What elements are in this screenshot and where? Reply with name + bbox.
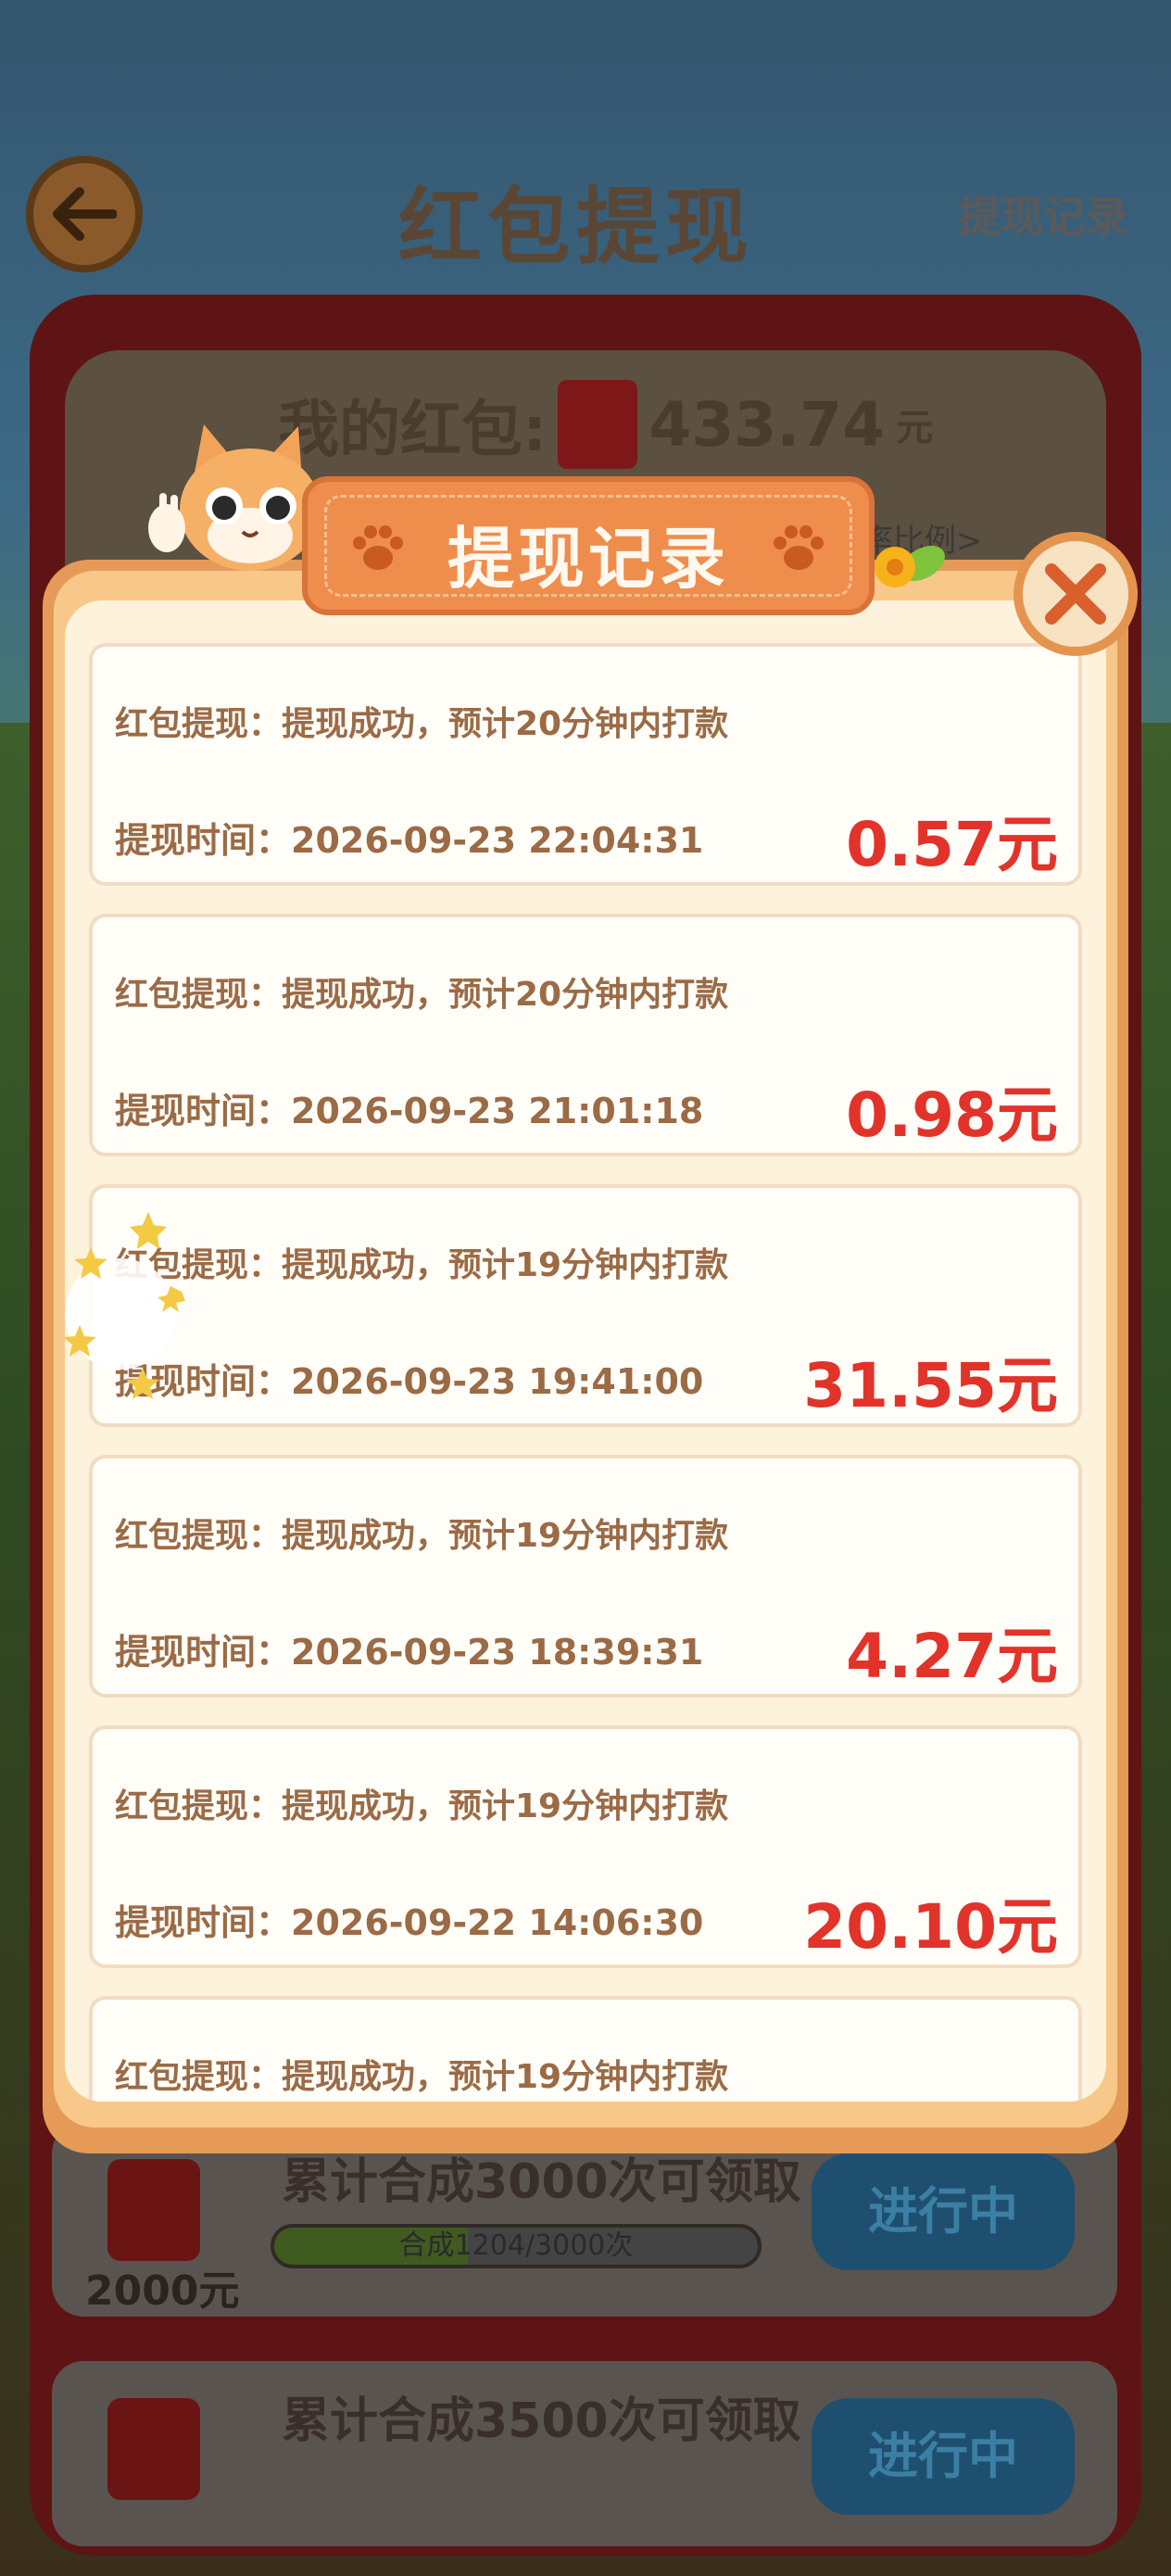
- record-list[interactable]: 红包提现：提现成功，预计20分钟内打款 提现时间：2026-09-23 22:04…: [89, 643, 1082, 2102]
- task-card: 累计合成3500次可领取 进行中: [52, 2361, 1117, 2546]
- balance-row: 我的红包: 433.74 元: [278, 380, 933, 469]
- red-packet-icon: [107, 2398, 200, 2500]
- cat-mascot: [148, 424, 321, 571]
- balance-unit: 元: [896, 407, 934, 449]
- record-time: 提现时间：2026-09-23 19:41:00: [115, 1361, 704, 1402]
- task-progress-text: 合成1204/3000次: [398, 2229, 634, 2262]
- task-status-button[interactable]: 进行中: [812, 2153, 1075, 2270]
- task-status-button[interactable]: 进行中: [812, 2398, 1075, 2515]
- red-packet-icon: [558, 380, 638, 469]
- withdraw-record: 红包提现：提现成功，预计19分钟内打款 提现时间：2026-09-22 14:06…: [89, 1725, 1082, 1968]
- arrow-left-icon: [53, 187, 117, 241]
- record-amount: 0.57元: [846, 809, 1058, 880]
- paw-icon: [774, 525, 824, 570]
- record-amount: 0.98元: [846, 1080, 1058, 1151]
- withdraw-record: 红包提现：提现成功，预计19分钟内打款: [89, 1996, 1082, 2102]
- task-name: 累计合成3500次可领取: [282, 2393, 801, 2449]
- modal-header: 提现记录: [302, 476, 875, 615]
- record-time: 提现时间：2026-09-23 22:04:31: [115, 820, 704, 861]
- page-title: 红包提现: [398, 178, 754, 276]
- record-status: 红包提现：提现成功，预计20分钟内打款: [115, 976, 729, 1014]
- record-amount: 20.10元: [803, 1891, 1058, 1963]
- withdraw-record: 红包提现：提现成功，预计19分钟内打款 提现时间：2026-09-23 19:41…: [89, 1184, 1082, 1427]
- record-time: 提现时间：2026-09-22 14:06:30: [115, 1902, 704, 1943]
- withdraw-record: 红包提现：提现成功，预计19分钟内打款 提现时间：2026-09-23 18:39…: [89, 1455, 1082, 1698]
- withdraw-record: 红包提现：提现成功，预计20分钟内打款 提现时间：2026-09-23 22:04…: [89, 643, 1082, 886]
- task-progress-bar: 合成1204/3000次: [271, 2224, 762, 2268]
- record-status: 红包提现：提现成功，预计20分钟内打款: [115, 705, 729, 743]
- record-time: 提现时间：2026-09-23 21:01:18: [115, 1091, 704, 1131]
- record-time: 提现时间：2026-09-23 18:39:31: [115, 1632, 704, 1673]
- withdraw-record: 红包提现：提现成功，预计20分钟内打款 提现时间：2026-09-23 21:01…: [89, 914, 1082, 1156]
- record-status: 红包提现：提现成功，预计19分钟内打款: [115, 1787, 729, 1825]
- record-status: 红包提现：提现成功，预计19分钟内打款: [115, 2058, 729, 2096]
- record-status: 红包提现：提现成功，预计19分钟内打款: [115, 1517, 729, 1555]
- back-button[interactable]: [26, 156, 143, 272]
- modal-content[interactable]: 红包提现：提现成功，预计20分钟内打款 提现时间：2026-09-23 22:04…: [65, 600, 1106, 2102]
- sparkle-decoration: [65, 1212, 185, 1399]
- record-status: 红包提现：提现成功，预计19分钟内打款: [115, 1246, 729, 1284]
- flower-leaf-decoration: [875, 546, 945, 587]
- task-reward: 2000元: [85, 2267, 240, 2315]
- withdraw-history-link[interactable]: 提现记录: [958, 183, 1128, 245]
- red-packet-icon: [107, 2159, 200, 2261]
- record-amount: 4.27元: [846, 1621, 1058, 1692]
- balance-value: 433.74: [648, 388, 886, 461]
- close-x-icon: [1045, 563, 1106, 625]
- record-amount: 31.55元: [803, 1350, 1058, 1421]
- close-button[interactable]: [1014, 532, 1138, 656]
